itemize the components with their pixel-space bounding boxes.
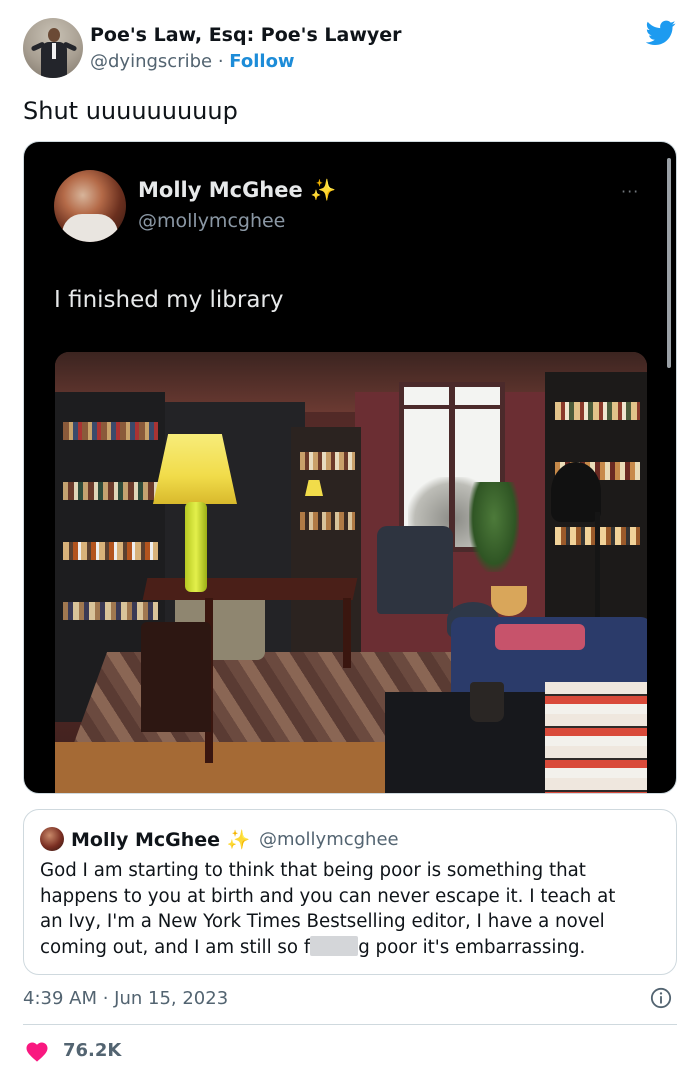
author-handle[interactable]: @dyingscribe xyxy=(90,51,212,72)
more-options-icon: ··· xyxy=(621,182,640,201)
like-count[interactable]: 76.2K xyxy=(63,1040,121,1061)
photo-desk-leg xyxy=(343,598,351,668)
tweet-header: Poe's Law, Esq: Poe's Lawyer @dyingscrib… xyxy=(0,0,700,90)
quoted-text-line: an Ivy, I'm a New York Times Bestselling… xyxy=(40,911,605,932)
quoted-author-handle: @mollymcghee xyxy=(259,829,399,850)
author-handle-line: @dyingscribe · Follow xyxy=(90,51,295,72)
photo-lamp-base xyxy=(185,502,207,592)
quoted-text-line: happens to you at birth and you can neve… xyxy=(40,885,616,907)
sparkle-icon: ✨ xyxy=(310,178,337,202)
censor-block xyxy=(310,935,359,956)
photo-books xyxy=(300,512,355,530)
handle-separator: · xyxy=(217,51,224,72)
photo-book-stack xyxy=(545,682,647,793)
quoted-text-line: God I am starting to think that being po… xyxy=(40,860,586,881)
photo-wooden-chair xyxy=(141,622,211,732)
photo-books xyxy=(63,482,158,500)
twitter-bird-icon[interactable] xyxy=(646,20,676,46)
embedded-author-avatar xyxy=(54,170,126,242)
quoted-author-name: Molly McGhee ✨ xyxy=(71,828,250,851)
window-mullion xyxy=(449,387,455,547)
embedded-avatar-shirt xyxy=(62,214,118,242)
photo-plant xyxy=(469,482,519,572)
quoted-text-before-censor: coming out, and I am still so f xyxy=(40,936,311,958)
embedded-post-text: I finished my library xyxy=(54,287,284,313)
photo-books xyxy=(63,422,158,440)
window-mullion xyxy=(404,405,500,409)
photo-floor-lamp xyxy=(551,462,601,522)
quoted-tweet-card[interactable]: Molly McGhee ✨ @mollymcghee God I am sta… xyxy=(23,809,677,975)
photo-books xyxy=(300,452,355,470)
library-photo xyxy=(55,352,647,793)
embedded-author-handle: @mollymcghee xyxy=(138,210,286,232)
photo-armchair xyxy=(377,526,453,614)
photo-books xyxy=(63,542,158,560)
avatar-figure-head xyxy=(48,28,60,42)
tweet-timestamp[interactable]: 4:39 AM · Jun 15, 2023 xyxy=(23,988,228,1009)
embedded-author-name-text: Molly McGhee xyxy=(138,178,303,202)
quoted-author-name-text: Molly McGhee xyxy=(71,829,221,851)
footer-divider xyxy=(23,1024,677,1025)
info-icon[interactable] xyxy=(650,987,672,1009)
author-display-name[interactable]: Poe's Law, Esq: Poe's Lawyer xyxy=(90,24,402,46)
sparkle-icon: ✨ xyxy=(226,829,251,851)
photo-sofa-pillow xyxy=(495,624,585,650)
quoted-tweet-text: God I am starting to think that being po… xyxy=(40,858,665,960)
photo-desk xyxy=(142,578,358,600)
photo-books xyxy=(555,402,640,420)
avatar-figure-tie xyxy=(52,43,56,59)
photo-mug xyxy=(470,682,504,722)
embedded-author-name: Molly McGhee ✨ xyxy=(138,178,336,203)
quoted-text-after-censor: g poor it's embarrassing. xyxy=(358,936,586,958)
author-avatar[interactable] xyxy=(23,18,83,78)
tweet-text: Shut uuuuuuuuup xyxy=(23,97,238,125)
embedded-scrollbar xyxy=(667,158,671,368)
photo-books xyxy=(63,602,158,620)
quoted-author-avatar xyxy=(40,827,64,851)
follow-button[interactable]: Follow xyxy=(229,51,294,72)
quoted-text-line-last: coming out, and I am still so f g poor it… xyxy=(40,935,665,961)
tweet-media-image[interactable]: Molly McGhee ✨ @mollymcghee ··· I finish… xyxy=(23,141,677,794)
heart-icon[interactable] xyxy=(25,1040,49,1062)
